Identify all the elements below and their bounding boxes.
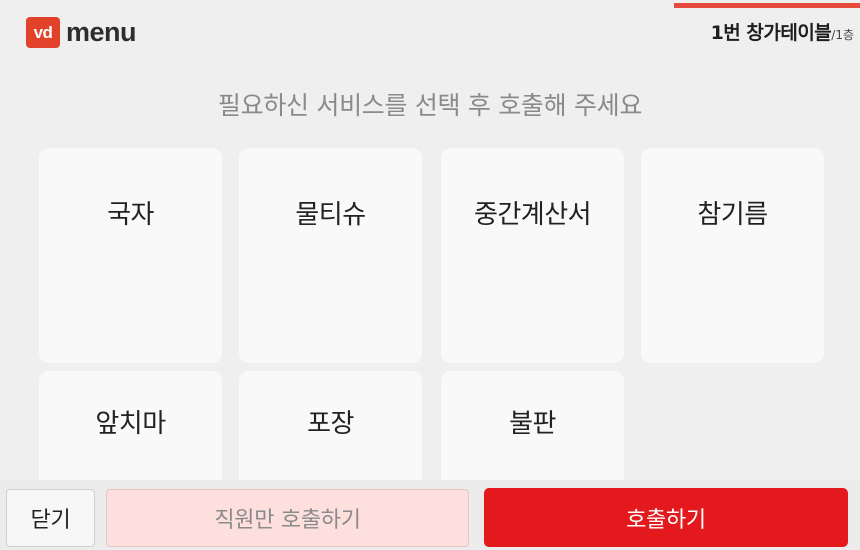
service-tile-label: 앞치마: [95, 409, 166, 439]
service-tile-sesame-oil[interactable]: 참기름: [641, 148, 824, 363]
service-tile-grill-plate[interactable]: 불판: [441, 371, 624, 480]
bottom-action-bar: 닫기 직원만 호출하기 호출하기: [0, 480, 860, 550]
service-tile-label: 중간계산서: [473, 200, 592, 230]
service-tile-ladle[interactable]: 국자: [39, 148, 222, 363]
service-tile-apron[interactable]: 앞치마: [39, 371, 222, 480]
service-tile-interim-bill[interactable]: 중간계산서: [441, 148, 624, 363]
service-grid: 국자 물티슈 중간계산서 참기름 앞치마 포장 불판: [0, 0, 860, 480]
service-tile-label: 물티슈: [295, 200, 366, 230]
close-button[interactable]: 닫기: [6, 489, 95, 547]
staff-only-call-button[interactable]: 직원만 호출하기: [106, 489, 469, 547]
service-tile-label: 불판: [509, 409, 556, 439]
service-call-dialog: vd menu 1번 창가테이블 /1층 필요하신 서비스를 선택 후 호출해 …: [0, 0, 860, 550]
service-tile-label: 포장: [307, 409, 354, 439]
service-tile-label: 참기름: [697, 200, 768, 230]
call-button[interactable]: 호출하기: [484, 488, 848, 547]
service-tile-label: 국자: [107, 200, 154, 230]
service-tile-takeout[interactable]: 포장: [239, 371, 422, 480]
service-tile-wet-wipes[interactable]: 물티슈: [239, 148, 422, 363]
